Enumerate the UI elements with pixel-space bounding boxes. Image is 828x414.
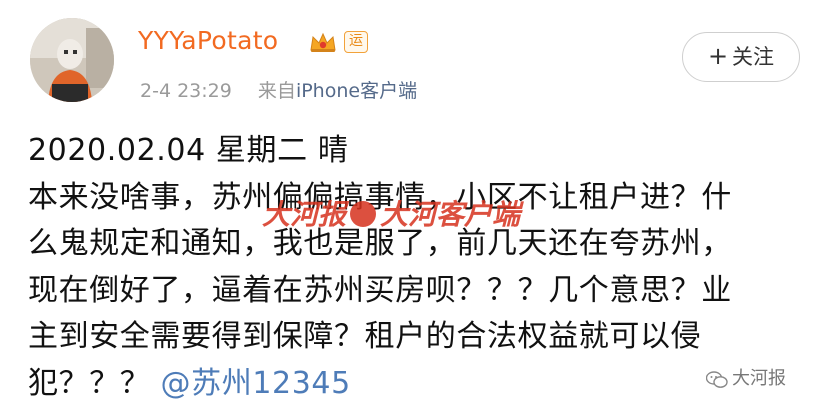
post-line: 主到安全需要得到保障？租户的合法权益就可以侵 [28, 319, 702, 354]
post-body: 2020.02.04 星期二 晴 本来没啥事，苏州偏偏搞事情，小区不让租户进？什… [28, 128, 818, 407]
wechat-account-mark: 大河报 [705, 364, 786, 390]
wechat-account-name: 大河报 [732, 368, 786, 389]
watermark-left: 大河报 [262, 198, 347, 231]
watermark: 大河报 大河客户端 [262, 193, 520, 233]
plus-icon: + [707, 42, 729, 70]
post-line-text: 犯？？？ [28, 365, 151, 401]
watermark-right: 大河客户端 [380, 198, 521, 231]
username[interactable]: YYYaPotato [138, 26, 278, 55]
post-line-last: 犯？？？ @苏州12345 [28, 361, 818, 408]
avatar-image [30, 18, 114, 102]
follow-button[interactable]: + 关注 [682, 32, 800, 82]
post-meta: 2-4 23:29 来自iPhone客户端 [140, 76, 417, 103]
wechat-icon [705, 371, 728, 388]
post-line: 2020.02.04 星期二 晴 [28, 133, 349, 168]
source-prefix: 来自 [257, 80, 296, 102]
yun-badge-icon[interactable]: 运 [344, 31, 368, 53]
follow-label: 关注 [732, 45, 775, 69]
mention-link[interactable]: @苏州12345 [161, 366, 351, 401]
vip-crown-icon[interactable] [308, 30, 338, 54]
post-line: 现在倒好了，逼着在苏州买房呗？？？几个意思？业 [28, 272, 732, 308]
timestamp: 2-4 23:29 [140, 80, 232, 102]
source-client-link[interactable]: iPhone客户端 [296, 80, 417, 102]
watermark-logo-icon [350, 201, 377, 227]
avatar[interactable] [30, 18, 114, 102]
